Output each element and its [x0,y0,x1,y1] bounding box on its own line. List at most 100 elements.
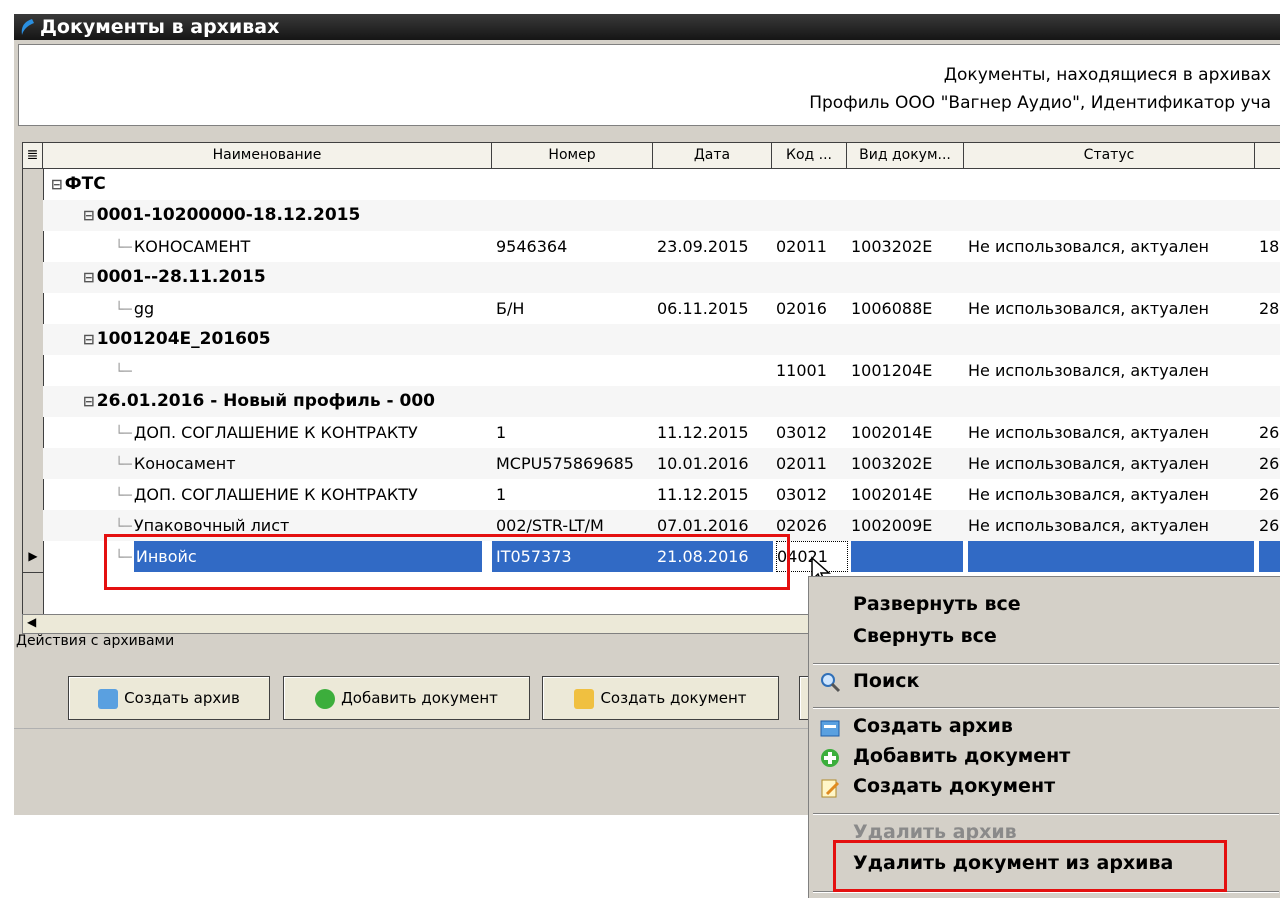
cell-code: 02016 [776,299,827,318]
row-indicator[interactable] [23,200,44,232]
tree-collapse-icon[interactable]: ⊟ [83,270,95,286]
row-indicator[interactable] [23,355,44,387]
menu-create-document[interactable]: Создать документ [853,775,1055,797]
column-header-name[interactable]: Наименование [43,143,492,169]
column-header-kind[interactable]: Вид докум... [847,143,964,169]
cell-number: Б/Н [496,299,525,318]
cell-name-text: 1001204E_201605 [96,329,271,349]
tree-group-row[interactable]: ⊟ ФТС [43,169,1280,200]
row-indicator[interactable] [23,324,44,356]
cell-status: Не использовался, актуален [968,454,1210,473]
menu-collapse-all[interactable]: Свернуть все [853,625,997,647]
cell-date: 23.09.2015 [657,237,749,256]
column-header-date[interactable]: Дата [653,143,772,169]
cell-name: ⊟ 26.01.2016 - Новый профиль - 000 [43,386,491,417]
table-row[interactable]: └─ КОНОСАМЕНТ 9546364 23.09.2015 02011 100320… [43,231,1280,262]
cell-code: 03012 [776,423,827,442]
cell-extra: 26 [1259,485,1280,504]
cell-code: 11001 [776,361,827,380]
cell-name-text: КОНОСАМЕНТ [133,237,251,256]
cell-status [968,541,1254,572]
delete-document-highlight [833,840,1227,892]
table-row[interactable]: └─ gg Б/Н 06.11.2015 02016 1006088E Не использ… [43,293,1280,324]
search-icon [821,673,841,693]
tree-group-row[interactable]: ⊟ 0001-10200000-18.12.2015 [43,200,1280,231]
cell-kind: 1006088E [851,299,933,318]
cell-status: Не использовался, актуален [968,361,1210,380]
add-icon [315,688,336,709]
cell-name-text: ДОП. СОГЛАШЕНИЕ К КОНТРАКТУ [133,485,418,504]
cell-name-text: 26.01.2016 - Новый профиль - 000 [96,391,435,411]
menu-expand-all[interactable]: Развернуть все [853,593,1021,615]
cell-status: Не использовался, актуален [968,237,1210,256]
row-indicator[interactable] [23,510,44,542]
add-document-button[interactable]: Добавить документ [283,676,530,720]
cell-kind: 1002014E [851,485,933,504]
menu-create-archive[interactable]: Создать архив [853,715,1013,737]
horizontal-scrollbar[interactable]: ◀ [22,614,824,634]
row-indicator[interactable] [23,262,44,294]
header-line-2: Профиль ООО "Вагнер Аудио", Идентификато… [809,93,1271,113]
cell-extra: 18 [1259,237,1280,256]
tree-group-row[interactable]: ⊟ 1001204E_201605 [43,324,1280,355]
table-row[interactable]: └─ ДОП. СОГЛАШЕНИЕ К КОНТРАКТУ 1 11.12.2015… [43,479,1280,510]
column-header-status[interactable]: Статус [964,143,1255,169]
scroll-left-icon[interactable]: ◀ [27,615,36,629]
column-header-code[interactable]: Код ... [772,143,847,169]
cell-status: Не использовался, актуален [968,516,1210,535]
menu-add-document[interactable]: Добавить документ [853,745,1070,767]
row-indicator[interactable] [23,386,44,418]
row-indicator[interactable] [23,448,44,480]
tree-collapse-icon[interactable]: ⊟ [83,394,95,410]
add-icon [821,749,839,767]
cell-extra: 28 [1259,299,1280,318]
cell-name: └─ [43,355,491,386]
cell-name: ⊟ ФТС [43,169,491,200]
cell-extra [1259,541,1280,572]
actions-group-label: Действия с архивами [16,633,175,649]
report-header: Документы, находящиеся в архивах Профиль… [18,44,1280,126]
tree-collapse-icon[interactable]: ⊟ [83,208,95,224]
column-header-number[interactable]: Номер [492,143,653,169]
tree-line-icon: └─ [115,302,132,318]
table-row[interactable]: └─ 11001 1001204E Не использовался, актуале… [43,355,1280,386]
cell-name: ⊟ 1001204E_201605 [43,324,491,355]
cell-extra: 26 [1259,516,1280,535]
cell-code: 02011 [776,454,827,473]
row-indicator[interactable] [23,231,44,263]
tree-group-row[interactable]: ⊟ 0001--28.11.2015 [43,262,1280,293]
cell-name: └─ ДОП. СОГЛАШЕНИЕ К КОНТРАКТУ [43,417,491,448]
create-archive-icon [98,688,119,709]
cell-kind: 1003202E [851,454,933,473]
cell-name: ⊟ 0001--28.11.2015 [43,262,491,293]
cell-name-text: ФТС [64,174,106,194]
cell-kind: 1002009E [851,516,933,535]
table-row[interactable]: └─ Коносамент MCPU575869685 10.01.2016 02011… [43,448,1280,479]
create-document-label: Создать документ [600,689,747,707]
menu-search[interactable]: Поиск [853,670,919,692]
row-indicator[interactable] [23,293,44,325]
create-document-button[interactable]: Создать документ [542,676,779,720]
cell-number: MCPU575869685 [496,454,634,473]
tree-group-row[interactable]: ⊟ 26.01.2016 - Новый профиль - 000 [43,386,1280,417]
table-row[interactable]: └─ ДОП. СОГЛАШЕНИЕ К КОНТРАКТУ 1 11.12.2015… [43,417,1280,448]
column-chooser-icon[interactable]: ≣ [23,143,43,169]
cell-name: └─ КОНОСАМЕНТ [43,231,491,262]
cell-name: ⊟ 0001-10200000-18.12.2015 [43,200,491,231]
row-indicator[interactable] [23,169,44,201]
cell-name: └─ gg [43,293,491,324]
tree-collapse-icon[interactable]: ⊟ [83,332,95,348]
window-title: Документы в архивах [40,16,280,38]
cell-name: └─ Коносамент [43,448,491,479]
selected-row-highlight [104,534,790,590]
row-indicator[interactable] [23,417,44,449]
edit-document-icon [821,779,840,798]
cell-extra: 26 [1259,423,1280,442]
create-archive-button[interactable]: Создать архив [68,676,270,720]
column-header-extra[interactable] [1255,143,1280,169]
header-line-1: Документы, находящиеся в архивах [943,65,1271,85]
cell-number: 1 [496,485,507,504]
tree-collapse-icon[interactable]: ⊟ [51,177,63,193]
row-indicator[interactable] [23,479,44,511]
row-indicator[interactable]: ▶ [23,541,44,573]
